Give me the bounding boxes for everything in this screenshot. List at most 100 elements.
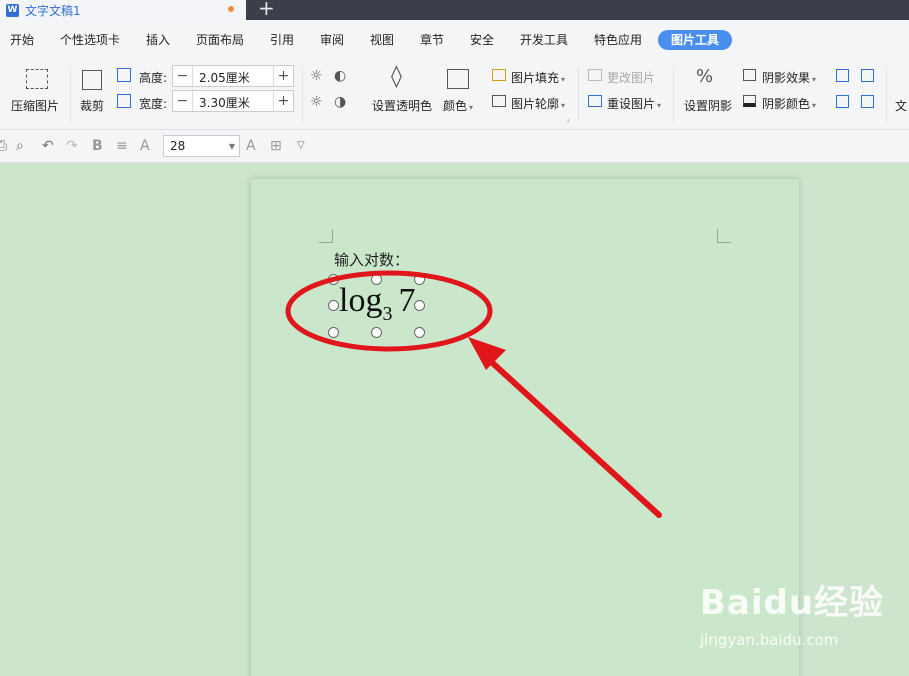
print-icon[interactable]: ⎙ [0,138,7,154]
width-stepper[interactable]: − 3.30厘米 + [172,90,294,112]
resize-handle-bottom[interactable] [371,327,382,338]
picture-color-icon [447,69,469,89]
formula-argument: 7 [398,282,416,319]
water-drop-icon: ◊ [391,64,402,89]
color-label: 颜色 ▾ [443,99,474,113]
tab-page-layout[interactable]: 页面布局 [196,31,244,48]
tab-sections[interactable]: 章节 [420,31,444,48]
width-decrease-button[interactable]: − [173,91,193,111]
brightness-decrease-icon[interactable]: ☼ [310,94,323,110]
shadow-toggle-icon: % [696,66,714,87]
compress-picture-icon [26,69,48,89]
table-icon[interactable]: ⊞ [270,138,282,154]
tab-review[interactable]: 审阅 [320,31,344,48]
tab-features[interactable]: 特色应用 [594,31,642,48]
clear-format-icon[interactable]: A [246,138,256,154]
watermark-url: jingyan.baidu.com [700,631,839,649]
brightness-increase-icon[interactable]: ☼ [310,68,323,84]
ribbon-picture-tools: 压缩图片 裁剪 高度: − 2.05厘米 + 宽度: − 3.30厘米 + ☼ … [0,58,909,130]
resize-handle-bottom-left[interactable] [328,327,339,338]
document-tab-label: 文字文稿1 [25,3,81,18]
height-label: 高度: [139,71,168,85]
height-stepper[interactable]: − 2.05厘米 + [172,65,294,87]
shadow-nudge-down-icon[interactable] [861,69,874,82]
menu-bar: 开始 个性选项卡 插入 页面布局 引用 审阅 视图 章节 安全 开发工具 特色应… [0,20,909,58]
chevron-down-icon[interactable]: ▼ [229,142,235,151]
shadow-nudge-left-icon[interactable] [836,95,849,108]
customize-toolbar-icon[interactable]: ▽ [297,138,305,154]
crop-label: 裁剪 [80,99,105,113]
title-bar: W 文字文稿1 + [0,0,909,20]
paragraph-text[interactable]: 输入对数： [334,249,409,270]
tab-picture-tools[interactable]: 图片工具 [658,30,732,50]
margin-corner-mark [717,229,731,243]
quick-toolbar: ⎙ ⌕ ↶ ↷ B ≡ A 28 ▼ A ⊞ ▽ [0,130,909,163]
ribbon-divider [302,66,303,122]
margin-corner-mark [319,229,333,243]
picture-outline-icon [492,95,506,107]
resize-handle-left[interactable] [328,300,339,311]
shadow-color-button[interactable]: 阴影颜色 ▾ [762,95,816,112]
tab-developer[interactable]: 开发工具 [520,31,568,48]
print-preview-icon[interactable]: ⌕ [16,138,24,154]
shadow-effect-icon [743,69,756,81]
height-value[interactable]: 2.05厘米 [199,69,250,86]
ribbon-divider [70,66,71,122]
formula-base: 3 [382,303,393,325]
contrast-decrease-icon[interactable]: ◑ [334,94,346,110]
new-tab-button[interactable]: + [258,0,275,18]
tab-references[interactable]: 引用 [270,31,294,48]
picture-outline-button[interactable]: 图片轮廓 ▾ [511,95,565,112]
height-icon [117,68,131,82]
reset-picture-button[interactable]: 重设图片 ▾ [607,95,661,112]
undo-icon[interactable]: ↶ [42,138,54,154]
change-picture-button[interactable]: 更改图片 [607,69,655,86]
picture-settings-launcher-icon[interactable]: ⌟ [566,114,570,123]
unsaved-dot-icon [228,6,234,12]
resize-handle-top-left[interactable] [328,274,339,285]
document-tab[interactable]: W 文字文稿1 [0,0,246,20]
contrast-increase-icon[interactable]: ◐ [334,68,346,84]
compress-picture-label: 压缩图片 [11,99,60,113]
resize-handle-top-right[interactable] [414,274,425,285]
resize-handle-top[interactable] [371,274,382,285]
log-formula-image[interactable]: log3 7 [339,282,415,326]
height-increase-button[interactable]: + [273,66,293,86]
width-icon [117,94,131,108]
resize-handle-right[interactable] [414,300,425,311]
font-size-value[interactable]: 28 [170,139,185,153]
shadow-nudge-right-icon[interactable] [861,95,874,108]
shadow-effect-button[interactable]: 阴影效果 ▾ [762,69,816,86]
tab-insert[interactable]: 插入 [146,31,170,48]
tab-start[interactable]: 开始 [10,31,34,48]
tab-personalize[interactable]: 个性选项卡 [60,31,120,48]
font-size-select[interactable]: 28 ▼ [163,135,240,157]
ribbon-divider [886,66,887,122]
shadow-nudge-up-icon[interactable] [836,69,849,82]
crop-icon [82,70,102,90]
formula-function: log [339,282,383,319]
writer-doc-icon: W [6,3,19,17]
picture-fill-icon [492,69,506,81]
ribbon-divider [578,66,579,122]
watermark-brand: Baidu经验 [700,583,885,623]
align-icon[interactable]: ≡ [116,138,128,154]
picture-fill-button[interactable]: 图片填充 ▾ [511,69,565,86]
resize-handle-bottom-right[interactable] [414,327,425,338]
font-size-grow-icon[interactable]: A [140,138,150,154]
redo-icon[interactable]: ↷ [66,138,78,154]
tab-view[interactable]: 视图 [370,31,394,48]
set-transparent-color-label: 设置透明色 [372,99,433,113]
width-value[interactable]: 3.30厘米 [199,94,250,111]
reset-picture-icon [588,95,602,107]
text-wrap-button[interactable]: 文 [895,97,907,114]
shadow-color-icon [743,95,756,107]
tab-security[interactable]: 安全 [470,31,494,48]
change-picture-icon [588,69,602,81]
width-increase-button[interactable]: + [273,91,293,111]
width-label: 宽度: [139,97,168,111]
watermark-logo: Baidu经验 jingyan.baidu.com [700,575,885,649]
height-decrease-button[interactable]: − [173,66,193,86]
bold-icon[interactable]: B [92,138,103,154]
ribbon-divider [673,66,674,122]
